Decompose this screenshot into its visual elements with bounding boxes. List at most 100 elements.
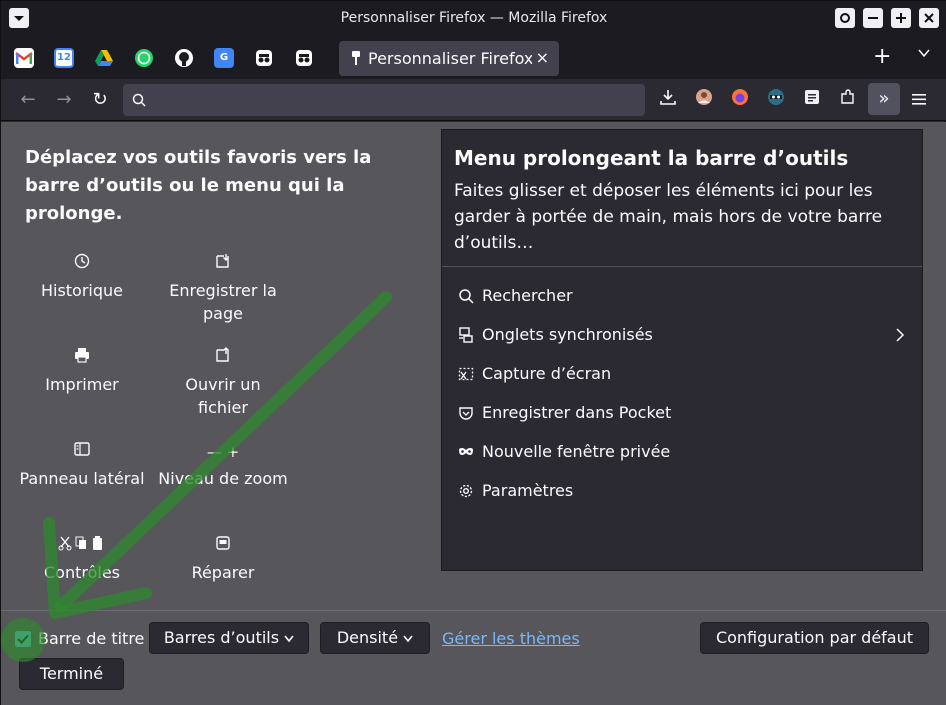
- chevron-down-icon: [918, 49, 930, 58]
- panel-item-label: Nouvelle fenêtre privée: [482, 442, 671, 461]
- minimize-button[interactable]: [863, 8, 883, 28]
- panel-item-synced-tabs[interactable]: Onglets synchronisés: [442, 320, 922, 350]
- toolbars-button-label: Barres d’outils: [163, 628, 280, 647]
- palette-item-label: Réparer: [191, 563, 255, 582]
- paintbrush-icon: [352, 51, 360, 65]
- tab-list-button[interactable]: [917, 46, 931, 64]
- bandit-icon: [768, 89, 784, 105]
- chevron-down-icon: [403, 635, 413, 643]
- panel-item-pocket[interactable]: Enregistrer dans Pocket: [442, 398, 922, 428]
- panel-title: Menu prolongeant la barre d’outils: [454, 146, 849, 170]
- panel-item-settings[interactable]: Paramètres: [442, 476, 922, 506]
- palette-item-sidebar[interactable]: Panneau latéral: [17, 441, 147, 490]
- customize-footer: Barre de titre Barres d’outils Densité G…: [1, 610, 946, 705]
- circle-icon: [840, 13, 850, 23]
- restore-defaults-button[interactable]: Configuration par défaut: [700, 622, 929, 654]
- firefox-icon: [732, 89, 748, 105]
- hamburger-menu-icon[interactable]: [909, 89, 929, 109]
- checkmark-icon: [17, 634, 29, 644]
- panel-item-private-window[interactable]: Nouvelle fenêtre privée: [442, 437, 922, 467]
- window-settings-button[interactable]: [835, 8, 855, 28]
- translate-icon[interactable]: G: [214, 48, 234, 68]
- titlebar-checkbox[interactable]: [15, 631, 31, 647]
- navigation-toolbar: ← → ↻ »: [1, 79, 946, 121]
- palette-item-label: Historique: [40, 281, 124, 300]
- history-icon: [17, 253, 147, 275]
- downloads-button[interactable]: [656, 88, 680, 112]
- palette-item-label: Contrôles: [43, 563, 120, 582]
- palette-item-label: Ouvrir un fichier: [185, 375, 261, 417]
- panel-item-search[interactable]: Rechercher: [442, 281, 922, 311]
- gear-icon: [459, 484, 473, 498]
- customize-heading: Déplacez vos outils favoris vers la barr…: [25, 147, 372, 224]
- search-icon: [459, 289, 474, 304]
- overflow-menu-button[interactable]: »: [868, 83, 900, 115]
- screenshot-icon: [458, 367, 474, 381]
- palette-item-print[interactable]: Imprimer: [17, 347, 147, 396]
- extensions-button[interactable]: [836, 88, 860, 112]
- close-window-button[interactable]: [919, 8, 939, 28]
- account-button[interactable]: [692, 88, 716, 112]
- plus-icon: [896, 13, 906, 23]
- gmail-icon[interactable]: [14, 48, 34, 68]
- palette-item-label: Niveau de zoom: [158, 469, 288, 488]
- synced-tabs-icon: [459, 327, 473, 343]
- palette-item-open-file[interactable]: Ouvrir un fichier: [158, 347, 288, 419]
- reload-button[interactable]: ↻: [88, 88, 112, 112]
- calendar-icon[interactable]: 12: [54, 48, 74, 68]
- palette-item-save-page[interactable]: Enregistrer la page: [158, 253, 288, 325]
- save-page-icon: [158, 253, 288, 275]
- firefox-extension-button[interactable]: [728, 88, 752, 112]
- puzzle-icon: [841, 89, 854, 104]
- density-dropdown-button[interactable]: Densité: [320, 622, 430, 654]
- firefox-window: Personnaliser Firefox — Mozilla Firefox …: [0, 0, 946, 705]
- close-tab-icon[interactable]: ×: [536, 48, 549, 67]
- palette-item-zoom[interactable]: — + Niveau de zoom: [158, 441, 288, 490]
- tab-bar: 12 G Personnaliser Firefox × +: [1, 37, 946, 79]
- palette-item-edit-controls[interactable]: Contrôles: [17, 535, 147, 584]
- titlebar-checkbox-label[interactable]: Barre de titre: [38, 629, 144, 648]
- palette-item-repair[interactable]: Réparer: [158, 535, 288, 584]
- incognito-icon[interactable]: [254, 48, 274, 68]
- back-button[interactable]: ←: [16, 88, 40, 112]
- toolbars-dropdown-button[interactable]: Barres d’outils: [149, 622, 309, 654]
- done-button[interactable]: Terminé: [19, 658, 124, 690]
- panel-item-label: Paramètres: [482, 481, 574, 500]
- open-file-icon: [158, 347, 288, 369]
- palette-item-label: Enregistrer la page: [169, 281, 277, 323]
- search-icon: [132, 93, 146, 107]
- minimize-icon: [868, 17, 878, 19]
- panel-item-label: Capture d’écran: [482, 364, 612, 383]
- panel-item-label: Enregistrer dans Pocket: [482, 403, 672, 422]
- forward-button[interactable]: →: [52, 88, 76, 112]
- repair-text-encoding-icon: [158, 535, 288, 557]
- extension-bandit-button[interactable]: [764, 88, 788, 112]
- palette-item-history[interactable]: Historique: [17, 253, 147, 302]
- reader-extension-button[interactable]: [800, 88, 824, 112]
- private-window-icon: [459, 448, 473, 455]
- sidebar-icon: [17, 441, 147, 463]
- download-icon: [660, 90, 676, 105]
- title-bar: Personnaliser Firefox — Mozilla Firefox: [1, 1, 946, 37]
- panel-item-screenshot[interactable]: Capture d’écran: [442, 359, 922, 389]
- url-bar[interactable]: [123, 84, 645, 116]
- google-drive-icon[interactable]: [94, 48, 114, 68]
- new-tab-button[interactable]: +: [873, 44, 891, 69]
- github-icon[interactable]: [174, 48, 194, 68]
- overflow-menu-panel: Menu prolongeant la barre d’outils Faite…: [441, 129, 923, 571]
- whatsapp-icon[interactable]: [134, 48, 154, 68]
- edit-controls-icon: [17, 535, 147, 557]
- maximize-button[interactable]: [891, 8, 911, 28]
- incognito-icon[interactable]: [294, 48, 314, 68]
- pocket-icon: [459, 407, 473, 420]
- tab-personnaliser-firefox[interactable]: Personnaliser Firefox ×: [339, 41, 559, 76]
- palette-item-label: Imprimer: [45, 375, 119, 394]
- window-title: Personnaliser Firefox — Mozilla Firefox: [340, 10, 608, 26]
- panel-divider: [442, 266, 922, 267]
- chevron-down-icon: [284, 635, 294, 643]
- chevron-right-icon: [896, 328, 905, 342]
- tab-label: Personnaliser Firefox: [368, 49, 532, 68]
- zoom-icon: — +: [206, 443, 240, 461]
- notes-icon: [805, 90, 819, 104]
- manage-themes-link[interactable]: Gérer les thèmes: [442, 629, 580, 648]
